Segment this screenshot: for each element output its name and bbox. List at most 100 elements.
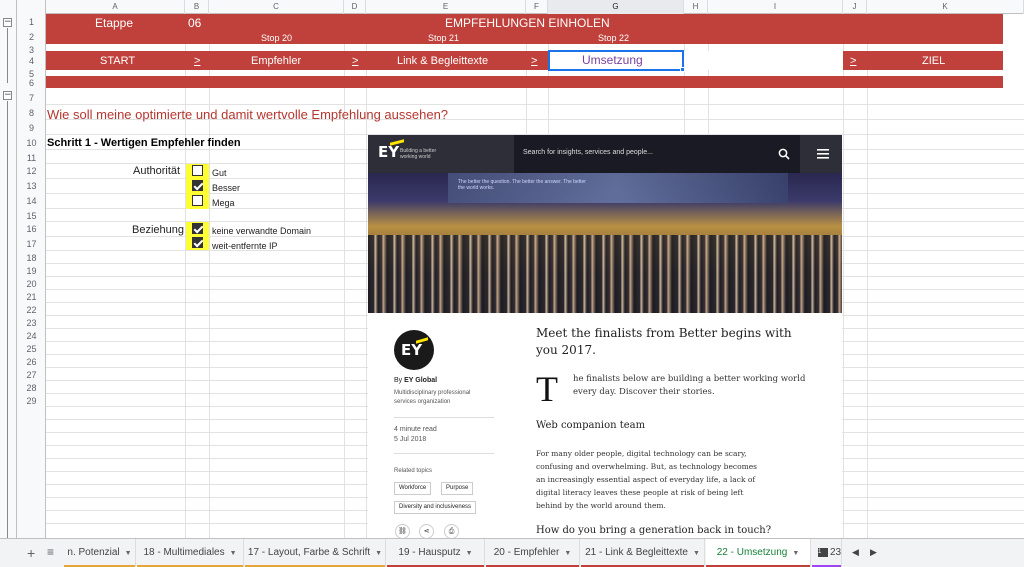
authority-option-label[interactable]: Mega [212,198,235,208]
step-heading[interactable]: Schritt 1 - Wertigen Empfehler finden [47,137,241,149]
ey-author-name: EY Global [404,377,438,384]
section-title[interactable]: EMPFEHLUNGEN EINHOLEN [445,16,610,30]
progress-separator[interactable]: > [194,55,200,67]
column-header-g[interactable]: G [548,0,684,14]
sheet-tab[interactable]: 18 - Multimediales ▼ [137,539,244,567]
ey-author-by: By [394,377,403,384]
fill-handle[interactable] [680,67,685,72]
authority-checkbox-besser[interactable] [192,180,203,191]
etappe-label[interactable]: Etappe [95,16,133,30]
column-header-d[interactable]: D [344,0,366,14]
row-number[interactable]: 13 [17,181,46,191]
authority-option-label[interactable]: Besser [212,183,240,193]
row-number[interactable]: 16 [17,224,46,234]
progress-separator[interactable]: > [850,55,856,67]
scroll-left-icon[interactable]: ◀ [852,547,859,558]
row-number[interactable]: 25 [17,344,46,354]
ey-subheading: Web companion team [536,420,646,431]
stop-label[interactable]: Stop 22 [598,33,629,43]
row6-band [46,76,1003,88]
collapse-group-button[interactable]: − [3,18,12,27]
row-number[interactable]: 26 [17,357,46,367]
column-header-i[interactable]: I [708,0,843,14]
relation-label[interactable]: Beziehung [132,224,184,236]
row-number[interactable]: 18 [17,253,46,263]
row-number[interactable]: 6 [17,78,46,88]
row-number[interactable]: 11 [17,153,46,163]
sheet-tab-label: 23 [830,547,842,558]
column-header-c[interactable]: C [209,0,344,14]
stop-label[interactable]: Stop 20 [261,33,292,43]
sheet-tab[interactable]: n. Potenzial ▼ [64,539,136,567]
collapse-group-button[interactable]: − [3,91,12,100]
progress-step-empfehler[interactable]: Empfehler [251,55,301,67]
row-group-gutter: − − [0,0,17,538]
sheet-tab[interactable]: 21 - Link & Begleittexte ▼ [581,539,705,567]
all-sheets-icon[interactable]: ≡ [47,545,54,559]
row-number[interactable]: 24 [17,331,46,341]
chevron-down-icon: ▼ [564,550,572,557]
column-header-h[interactable]: H [684,0,708,14]
row-number[interactable]: 10 [17,138,46,148]
row-number[interactable]: 29 [17,396,46,406]
sheet-tab[interactable]: 20 - Empfehler ▼ [486,539,580,567]
row-number[interactable]: 12 [17,166,46,176]
column-header-e[interactable]: E [366,0,526,14]
row-number[interactable]: 8 [17,108,46,118]
etappe-number[interactable]: 06 [188,16,201,30]
column-header-b[interactable]: B [185,0,209,14]
row-number[interactable]: 23 [17,318,46,328]
add-sheet-icon[interactable]: + [27,545,35,561]
sheet-tab[interactable]: 17 - Layout, Farbe & Schrift ▼ [245,539,386,567]
row-number[interactable]: 19 [17,266,46,276]
ey-author-desc: Multidisciplinary professional services … [394,390,471,405]
share-icon: ⋖ [419,524,434,538]
progress-separator[interactable]: > [352,55,358,67]
row-number[interactable]: 15 [17,211,46,221]
sheet-tab-active[interactable]: 22 - Umsetzung ▼ [706,539,811,567]
authority-checkbox-gut[interactable] [192,165,203,176]
ey-subheading: How do you bring a generation back in to… [536,525,772,536]
row-number[interactable]: 2 [17,32,46,42]
row-number[interactable]: 4 [17,56,46,66]
group-bracket [7,28,8,83]
ey-tagline: Building a better working world [400,148,437,160]
row-number[interactable]: 27 [17,370,46,380]
progress-goal[interactable]: ZIEL [922,55,945,67]
ey-crowd [368,235,842,313]
relation-checkbox-ip[interactable] [192,237,203,248]
relation-checkbox-domain[interactable] [192,223,203,234]
row-number[interactable]: 21 [17,292,46,302]
stop-label[interactable]: Stop 21 [428,33,459,43]
relation-option-label[interactable]: weit-entfernte IP [212,241,278,251]
relation-option-label[interactable]: keine verwandte Domain [212,226,311,236]
row-number[interactable]: 7 [17,93,46,103]
row-number[interactable]: 28 [17,383,46,393]
authority-option-label[interactable]: Gut [212,168,227,178]
ey-topic-tag: Diversity and inclusiveness [394,501,477,514]
sheet-tab[interactable]: 1 23 [812,539,842,567]
row-number[interactable]: 20 [17,279,46,289]
question-text[interactable]: Wie soll meine optimierte und damit wert… [47,107,448,122]
column-header-f[interactable]: F [526,0,548,14]
selected-cell-outline[interactable] [548,50,684,71]
scroll-right-icon[interactable]: ▶ [870,547,877,558]
progress-start[interactable]: START [100,55,135,67]
authority-label[interactable]: Authorität [133,165,180,177]
print-icon: ⎙ [444,524,459,538]
sheet-tab-label: 19 - Hausputz [398,547,461,558]
row-number[interactable]: 3 [17,45,46,55]
sheet-tab[interactable]: 19 - Hausputz ▼ [387,539,485,567]
row-number[interactable]: 22 [17,305,46,315]
row-number[interactable]: 14 [17,196,46,206]
column-header-j[interactable]: J [843,0,867,14]
column-header-a[interactable]: A [46,0,185,14]
column-header-k[interactable]: K [867,0,1024,14]
row-number[interactable]: 1 [17,17,46,27]
row-number[interactable]: 9 [17,123,46,133]
row-number[interactable]: 17 [17,239,46,249]
progress-separator[interactable]: > [531,55,537,67]
authority-checkbox-mega[interactable] [192,195,203,206]
embedded-ey-screenshot[interactable]: EY Building a better working world Searc… [368,135,842,538]
progress-step-link[interactable]: Link & Begleittexte [397,55,488,67]
